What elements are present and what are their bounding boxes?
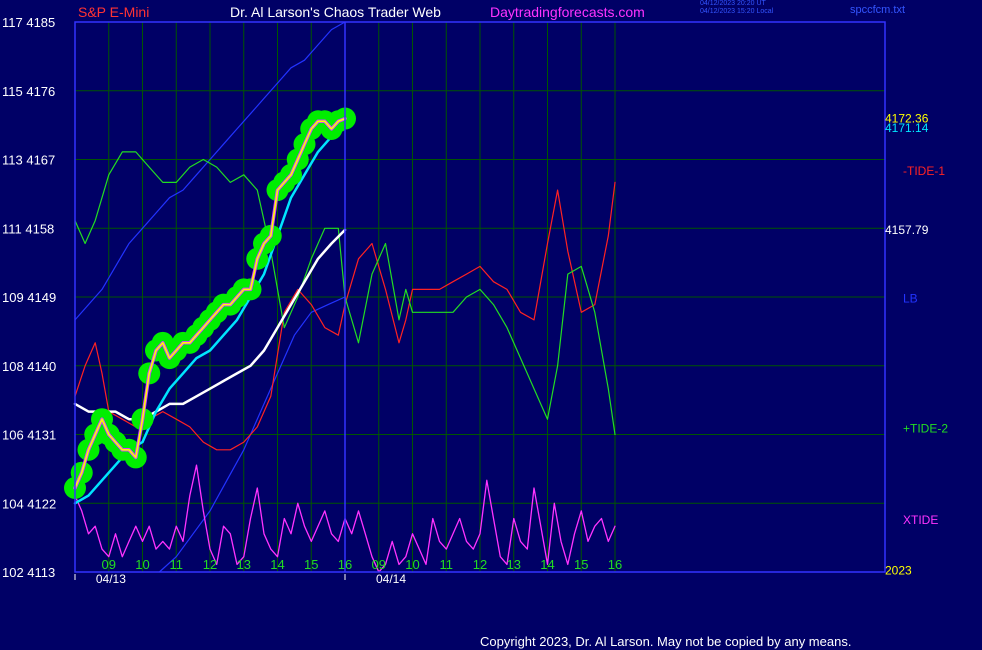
- x-tick-label: 15: [574, 557, 588, 572]
- y-tick-label: 117 4185: [2, 15, 55, 30]
- x-tick-label: 11: [170, 557, 184, 572]
- x-tick-label: 14: [540, 557, 554, 572]
- website-link[interactable]: Daytradingforecasts.com: [490, 4, 645, 20]
- timestamp: 04/12/2023 20:20 UT 04/12/2023 15:20 Loc…: [700, 0, 773, 16]
- copyright-notice: Copyright 2023, Dr. Al Larson. May not b…: [480, 634, 852, 649]
- x-tick-label: 10: [405, 557, 419, 572]
- right-label-tide_1: -TIDE-1: [903, 164, 945, 178]
- y-tick-label: 104 4122: [2, 496, 56, 511]
- timestamp-local: 04/12/2023 15:20 Local: [700, 8, 774, 15]
- service-title: Dr. Al Larson's Chaos Trader Web: [230, 4, 441, 20]
- x-tick-label: 12: [473, 557, 487, 572]
- right-labels: 4172.364171.14-TIDE-14157.79LB+TIDE-2XTI…: [885, 112, 948, 578]
- x-tick-label: 15: [304, 557, 318, 572]
- date-label: 04/13: [96, 572, 126, 586]
- x-tick-label: 09: [102, 557, 116, 572]
- timestamp-ut: 04/12/2023 20:20 UT: [700, 0, 766, 7]
- y-tick-label: 109 4149: [2, 290, 56, 305]
- x-tick-label: 10: [135, 557, 149, 572]
- x-tick-label: 13: [237, 557, 251, 572]
- y-tick-label: 111 4158: [2, 221, 54, 236]
- y-tick-label: 113 4167: [2, 153, 55, 168]
- x-tick-label: 11: [440, 557, 454, 572]
- x-tick-label: 14: [270, 557, 284, 572]
- chart: 117 4185 115 4176 113 4167 111 4158 109 4149…: [2, 15, 948, 586]
- y-tick-label: 102 4113: [2, 565, 55, 580]
- x-tick-label: 16: [608, 557, 622, 572]
- y-tick-label: 106 4131: [2, 428, 56, 443]
- right-label-lb: LB: [903, 292, 918, 306]
- data-file-name: spccfcm.txt: [850, 4, 906, 16]
- x-tick-label: 12: [203, 557, 217, 572]
- y-tick-label: 108 4140: [2, 359, 56, 374]
- y-tick-label: 115 4176: [2, 84, 55, 99]
- right-label-tide_2: +TIDE-2: [903, 421, 948, 435]
- right-label-slow_ma: 4157.79: [885, 223, 929, 237]
- grid: [75, 21, 885, 573]
- x-tick-label: 09: [372, 557, 386, 572]
- date-label: 04/14: [376, 572, 406, 586]
- right-label-fast_ma: 4171.14: [885, 121, 929, 135]
- right-label-xtide: XTIDE: [903, 513, 938, 527]
- x-tick-label: 16: [338, 557, 352, 572]
- y-axis-ticks: 117 4185 115 4176 113 4167 111 4158 109 4149…: [2, 15, 56, 580]
- x-tick-label: 13: [507, 557, 521, 572]
- right-label-year: 2023: [885, 563, 912, 577]
- instrument-title: S&P E-Mini: [78, 4, 150, 20]
